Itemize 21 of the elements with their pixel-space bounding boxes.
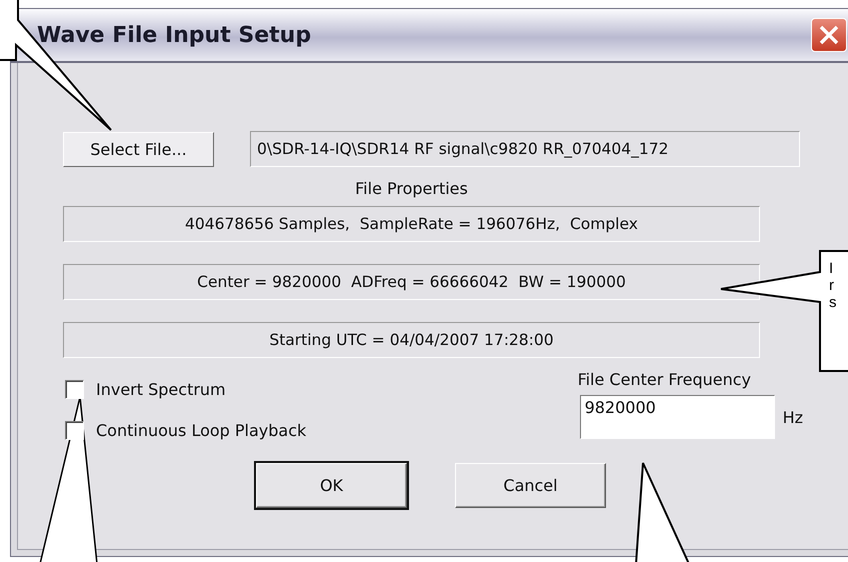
frequency-input-field[interactable]: 9820000	[580, 395, 775, 439]
field-label: File Center Frequency	[578, 370, 752, 389]
close-icon	[817, 23, 841, 47]
property-readout: Starting UTC = 04/04/2007 17:28:00	[63, 322, 760, 358]
dialog-button[interactable]: Cancel	[455, 463, 606, 508]
callout-text: r	[829, 277, 835, 294]
file-path-field: 0\SDR-14-IQ\SDR14 RF signal\c9820 RR_070404_172	[250, 131, 800, 167]
property-readout: Center = 9820000 ADFreq = 66666042 BW = 190000	[63, 264, 760, 300]
section-label: File Properties	[354, 179, 469, 198]
checkbox[interactable]	[65, 420, 84, 440]
checkbox[interactable]	[65, 380, 84, 398]
checkbox-label: Invert Spectrum	[96, 380, 226, 398]
property-readout: 404678656 Samples, SampleRate = 196076Hz, Complex	[63, 206, 760, 242]
select-file-button[interactable]: Select File...	[63, 132, 214, 166]
close-button[interactable]	[811, 18, 847, 52]
checkbox-label: Continuous Loop Playback	[96, 420, 306, 440]
callout-text: I	[829, 260, 834, 277]
dialog-button[interactable]: OK	[256, 463, 407, 508]
window-title: Wave File Input Setup	[37, 22, 312, 48]
callout-text: s	[829, 294, 836, 311]
unit-label: Hz	[782, 408, 803, 426]
